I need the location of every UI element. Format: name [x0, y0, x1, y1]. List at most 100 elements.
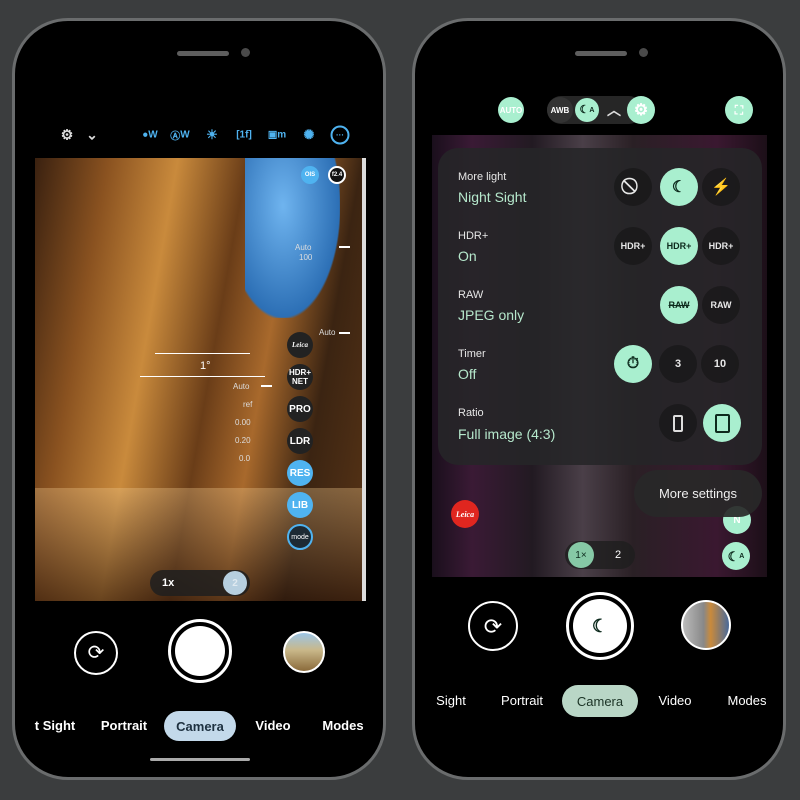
hdr-label: HDR+	[458, 230, 489, 242]
gallery-thumbnail[interactable]	[283, 631, 325, 673]
timer-value: Off	[458, 366, 477, 382]
shutter-button[interactable]: ☾	[566, 592, 634, 660]
night-sight-auto-icon[interactable]: ☾	[660, 168, 698, 206]
mode-camera[interactable]: Camera	[562, 685, 638, 717]
focus-readout: 0.0	[239, 454, 251, 463]
camera-settings-icon[interactable]: ⚙	[61, 127, 74, 144]
shutter-slider-handle[interactable]	[339, 332, 350, 334]
hdr-enhanced-option[interactable]: HDR+	[702, 227, 740, 265]
iso-readout: Auto	[295, 243, 312, 252]
pro-button[interactable]: PRO	[287, 396, 313, 422]
res-button[interactable]: RES	[287, 460, 313, 486]
mode-video[interactable]: Video	[658, 693, 691, 708]
lens-icon[interactable]: ⛶	[725, 96, 753, 124]
leica-button[interactable]: Leica	[287, 332, 313, 358]
ldr-button[interactable]: LDR	[287, 428, 313, 454]
awb-button[interactable]: AWB	[547, 97, 573, 123]
timer-off-icon[interactable]: ⏱	[614, 345, 652, 383]
zoom-1x[interactable]: 1x	[162, 577, 174, 589]
gear-icon[interactable]: ⚙	[627, 96, 655, 124]
raw-off-option[interactable]: RAW	[660, 286, 698, 324]
focus-readout: 0.20	[235, 436, 251, 445]
lib-button[interactable]: LIB	[287, 492, 313, 518]
zoom-1x[interactable]: 1×	[568, 542, 594, 568]
hdr-net-button[interactable]: HDR+ NET	[287, 364, 313, 390]
night-badge-label: A	[739, 552, 745, 560]
auto-exposure-button[interactable]: AUTO	[498, 97, 524, 123]
ratio-4-3-icon[interactable]	[703, 404, 741, 442]
light-off-icon[interactable]: ⃠	[614, 168, 652, 206]
raw-label: RAW	[458, 289, 484, 301]
zoom-2x[interactable]: 2	[223, 571, 247, 595]
leica-button[interactable]: Leica	[451, 500, 479, 528]
level-line	[155, 353, 250, 354]
awb-label: W	[180, 129, 190, 141]
level-line	[140, 376, 265, 377]
raw-value: JPEG only	[458, 307, 525, 323]
ois-button[interactable]: OIS	[301, 166, 319, 184]
right-phone: AUTO AWB ☾ A ︿ ⚙ ⛶ More light Night Sight…	[412, 18, 786, 780]
focus-readout: ref	[243, 400, 253, 409]
mode-night-sight[interactable]: t Sight	[35, 718, 75, 733]
hdr-on-option[interactable]: HDR+	[660, 227, 698, 265]
metering-icon[interactable]: ▣ m	[268, 130, 286, 141]
night-auto-label: A	[589, 106, 595, 114]
hdr-off-option[interactable]: HDR+	[614, 227, 652, 265]
aperture-button[interactable]: f2.4	[328, 166, 346, 184]
night-shutter-moon-icon: ☾	[573, 599, 627, 653]
white-balance-warm-icon[interactable]: ● W	[142, 130, 158, 141]
timer-3s-option[interactable]: 3	[659, 345, 697, 383]
ratio-value: Full image (4:3)	[458, 426, 556, 442]
mode-portrait[interactable]: Portrait	[101, 718, 147, 733]
metering-label: m	[277, 129, 287, 141]
ratio-label: Ratio	[458, 407, 484, 419]
mode-button[interactable]: mode	[287, 524, 313, 550]
chevron-down-icon[interactable]: ⌄	[86, 127, 98, 144]
switch-camera-button[interactable]: ⟳	[74, 631, 118, 675]
mode-camera[interactable]: Camera	[164, 711, 236, 741]
timer-10s-option[interactable]: 10	[701, 345, 739, 383]
mode-modes[interactable]: Modes	[322, 718, 363, 733]
zoom-2x[interactable]: 2	[606, 543, 630, 567]
focus-slider-handle[interactable]	[261, 385, 272, 387]
flash-icon[interactable]: ⚡	[702, 168, 740, 206]
frame-1f-icon[interactable]: [1f]	[236, 130, 252, 141]
aperture-icon[interactable]: ✺	[304, 127, 315, 143]
wb-label: W	[148, 129, 158, 141]
sunrise-icon[interactable]: ☀	[206, 127, 218, 143]
sky-area	[245, 158, 340, 318]
auto-white-balance-icon[interactable]: Ⓐ W	[170, 128, 189, 143]
shutter-button[interactable]	[168, 619, 232, 683]
gallery-thumbnail[interactable]	[681, 600, 731, 650]
night-sight-badge[interactable]: ☾ A	[722, 542, 750, 570]
iso-slider-handle[interactable]	[339, 246, 350, 248]
chevron-up-icon[interactable]: ︿	[607, 100, 621, 120]
exposure-value: 1°	[200, 360, 211, 372]
hdr-value: On	[458, 248, 477, 264]
scrollbar[interactable]	[362, 158, 366, 601]
switch-camera-icon: ⟳	[87, 641, 105, 664]
quick-settings-panel: More light Night Sight ⃠ ☾ ⚡ HDR+ On HDR…	[438, 148, 762, 465]
iso-readout: 100	[299, 253, 313, 262]
front-camera	[639, 48, 648, 57]
switch-camera-icon: ⟳	[483, 613, 503, 639]
raw-on-option[interactable]: RAW	[702, 286, 740, 324]
focus-readout: Auto	[233, 382, 250, 391]
mode-portrait[interactable]: Portrait	[501, 693, 543, 708]
night-sight-auto-icon[interactable]: ☾ A	[575, 98, 599, 122]
viewfinder[interactable]: 1° Auto 100 Auto Auto ref 0.00 0.20 0.0	[35, 158, 366, 601]
home-indicator[interactable]	[150, 758, 250, 761]
left-phone: ⚙ ⌄ ● W Ⓐ W ☀ [1f] ▣ m ✺ ··· 1° Auto 100 Au…	[12, 18, 386, 780]
more-icon[interactable]: ···	[330, 125, 350, 145]
mode-modes[interactable]: Modes	[727, 693, 766, 708]
mode-video[interactable]: Video	[255, 718, 290, 733]
shutter-inner	[175, 626, 225, 676]
timer-label: Timer	[458, 348, 486, 360]
more-light-label: More light	[458, 171, 507, 183]
shutter-readout: Auto	[319, 328, 336, 337]
switch-camera-button[interactable]: ⟳	[468, 601, 518, 651]
ratio-tall-icon[interactable]	[659, 404, 697, 442]
more-light-value: Night Sight	[458, 189, 527, 205]
mode-night-sight[interactable]: Sight	[436, 693, 466, 708]
more-settings-button[interactable]: More settings	[634, 470, 762, 517]
